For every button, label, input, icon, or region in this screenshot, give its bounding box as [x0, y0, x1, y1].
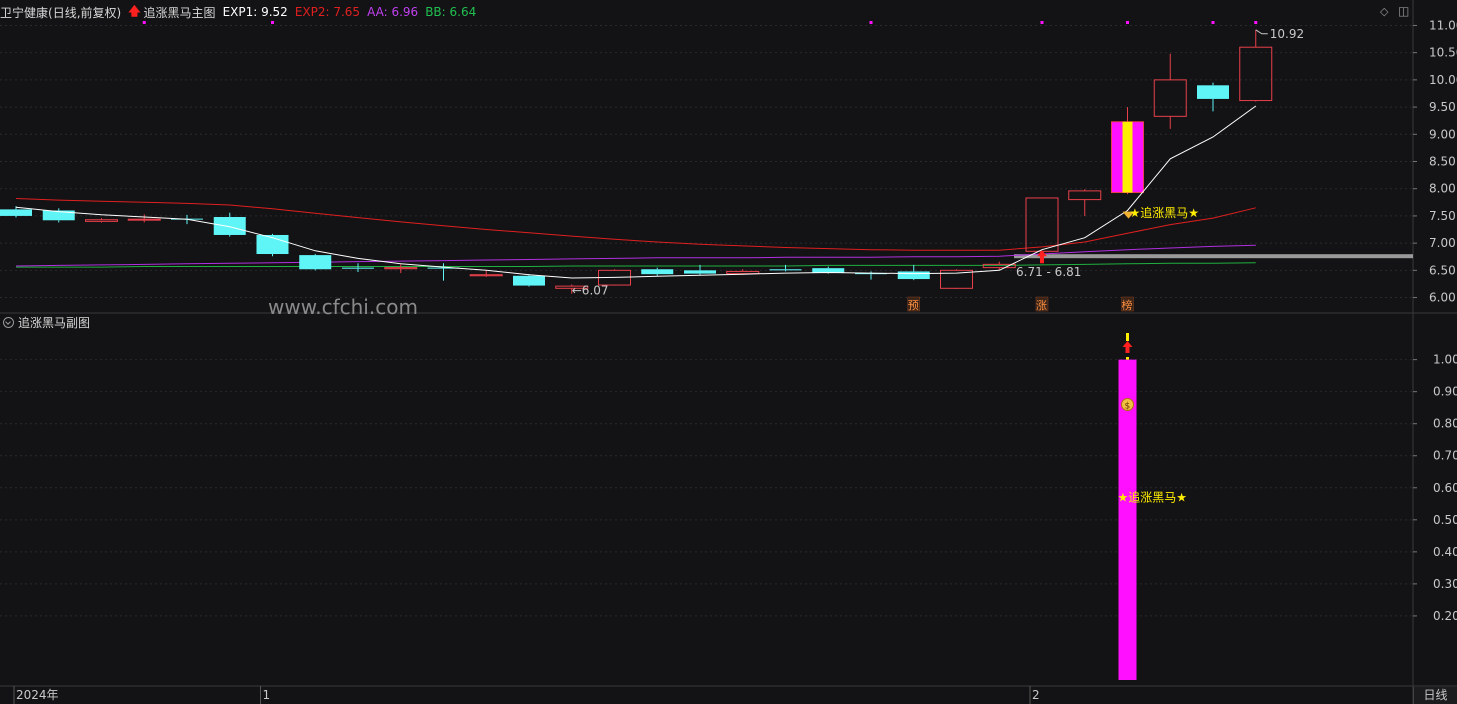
main-y-tick-label: 7.00 [1429, 236, 1456, 250]
sub-indicator-name[interactable]: 追涨黑马副图 [18, 314, 90, 331]
chart-canvas: 11.0010.5010.009.509.008.508.007.507.006… [0, 0, 1457, 704]
main-y-tick-label: 6.00 [1429, 291, 1456, 305]
candle [897, 264, 930, 281]
candle-body-down [684, 270, 716, 274]
low-price-label: ←6.07 [572, 284, 609, 298]
watermark: www.cfchi.com [268, 295, 418, 319]
bb-value: BB: 6.64 [425, 5, 477, 19]
signal-candle-core [1122, 121, 1133, 193]
candle-body-up [127, 218, 161, 221]
signal-text-sub: ★追涨黑马★ [1118, 489, 1188, 504]
sub-y-tick-label: 0.70 [1433, 449, 1457, 463]
high-price-label: 10.92 [1270, 27, 1304, 41]
main-y-tick-label: 9.50 [1429, 100, 1456, 114]
candle-body-up [469, 274, 503, 277]
collapse-chevron-icon[interactable] [3, 316, 14, 328]
top-signal-dot [1126, 21, 1129, 24]
candle [641, 267, 674, 276]
candle [299, 254, 332, 271]
signal-text-main: ★追涨黑马★ [1130, 205, 1200, 220]
marker-label: 榜 [1122, 298, 1133, 312]
range-band [1014, 254, 1413, 259]
sub-y-tick-label: 0.20 [1433, 609, 1457, 623]
exp2-value: EXP2: 7.65 [294, 5, 361, 19]
top-signal-dot [271, 21, 274, 24]
candle-body-up [1239, 46, 1273, 102]
high-pointer [1255, 29, 1268, 35]
candle-body-down [342, 267, 374, 269]
exp2-line [15, 198, 1256, 251]
candle-body-down [641, 269, 674, 275]
candle-body-down [213, 217, 246, 235]
candle-body-up [1068, 190, 1102, 201]
main-header: 卫宁健康 (日线,前复权) 🡅 追涨黑马主图 EXP1: 9.52 EXP2: … [0, 3, 483, 21]
x-tick-label: 2 [1032, 688, 1040, 702]
candle-body-up [1153, 79, 1187, 117]
candle-body-up [85, 219, 118, 222]
x-tick-label: 1 [263, 688, 271, 702]
indicator-name[interactable]: 追涨黑马主图 [144, 4, 216, 21]
candle-body-down [513, 275, 545, 286]
sub-y-tick-label: 0.60 [1433, 481, 1457, 495]
exp1-value: EXP1: 9.52 [222, 5, 288, 19]
sub-y-tick-label: 0.80 [1433, 417, 1457, 431]
sub-y-tick-label: 0.90 [1433, 385, 1457, 399]
period-button[interactable]: 日线 [1413, 687, 1457, 704]
candle-body-down [812, 268, 845, 273]
candle-body-up [384, 267, 418, 270]
candle-body-down [0, 209, 32, 216]
main-y-tick-label: 8.00 [1429, 182, 1456, 196]
sub-up-arrow-icon [1122, 341, 1133, 353]
x-tick-label: 2024年 [16, 688, 59, 702]
candle-body-down [897, 271, 930, 280]
top-signal-dot [1254, 21, 1258, 24]
sub-y-tick-label: 1.00 [1433, 353, 1457, 367]
main-y-tick-label: 9.00 [1429, 127, 1456, 141]
candle [384, 264, 418, 274]
candle-body-down [299, 255, 332, 270]
candle [85, 218, 118, 223]
candle-body-up [726, 270, 760, 275]
top-signal-dot [142, 21, 146, 24]
sub-y-tick-label: 0.30 [1433, 577, 1457, 591]
candle [982, 261, 1016, 271]
main-y-tick-label: 7.50 [1429, 209, 1456, 223]
sub-header: 追涨黑马副图 [0, 314, 90, 330]
candle [1153, 53, 1187, 129]
candle [1025, 197, 1059, 253]
stock-name[interactable]: 卫宁健康 [0, 4, 48, 21]
top-signal-dot [869, 21, 873, 24]
money-bag-symbol: $ [1125, 401, 1131, 411]
main-y-tick-label: 8.50 [1429, 155, 1456, 169]
sub-y-tick-label: 0.40 [1433, 545, 1457, 559]
aa-value: AA: 6.96 [367, 5, 419, 19]
marker-label: 预 [908, 299, 919, 312]
up-arrow-icon: 🡅 [128, 3, 141, 18]
candle [0, 206, 32, 218]
top-signal-dot [1040, 21, 1044, 24]
marker-label: 涨 [1036, 299, 1047, 312]
candle [1111, 107, 1144, 195]
window-toggle-icon[interactable]: ◫ [1398, 4, 1409, 18]
main-y-tick-label: 11.00 [1429, 18, 1457, 32]
main-y-tick-label: 10.00 [1429, 73, 1457, 87]
sub-y-tick-label: 0.50 [1433, 513, 1457, 527]
candle-body-down [1197, 85, 1229, 99]
main-y-tick-label: 6.50 [1429, 263, 1456, 277]
candle [1239, 29, 1273, 102]
candle-body-down [769, 269, 802, 271]
main-y-tick-label: 10.50 [1429, 46, 1457, 60]
top-signal-dot [1211, 21, 1215, 24]
range-band-label: 6.71 - 6.81 [1016, 265, 1081, 279]
diamond-icon[interactable]: ◇ [1380, 5, 1388, 18]
candle [1068, 189, 1102, 216]
period-label: (日线,前复权) [48, 5, 122, 20]
